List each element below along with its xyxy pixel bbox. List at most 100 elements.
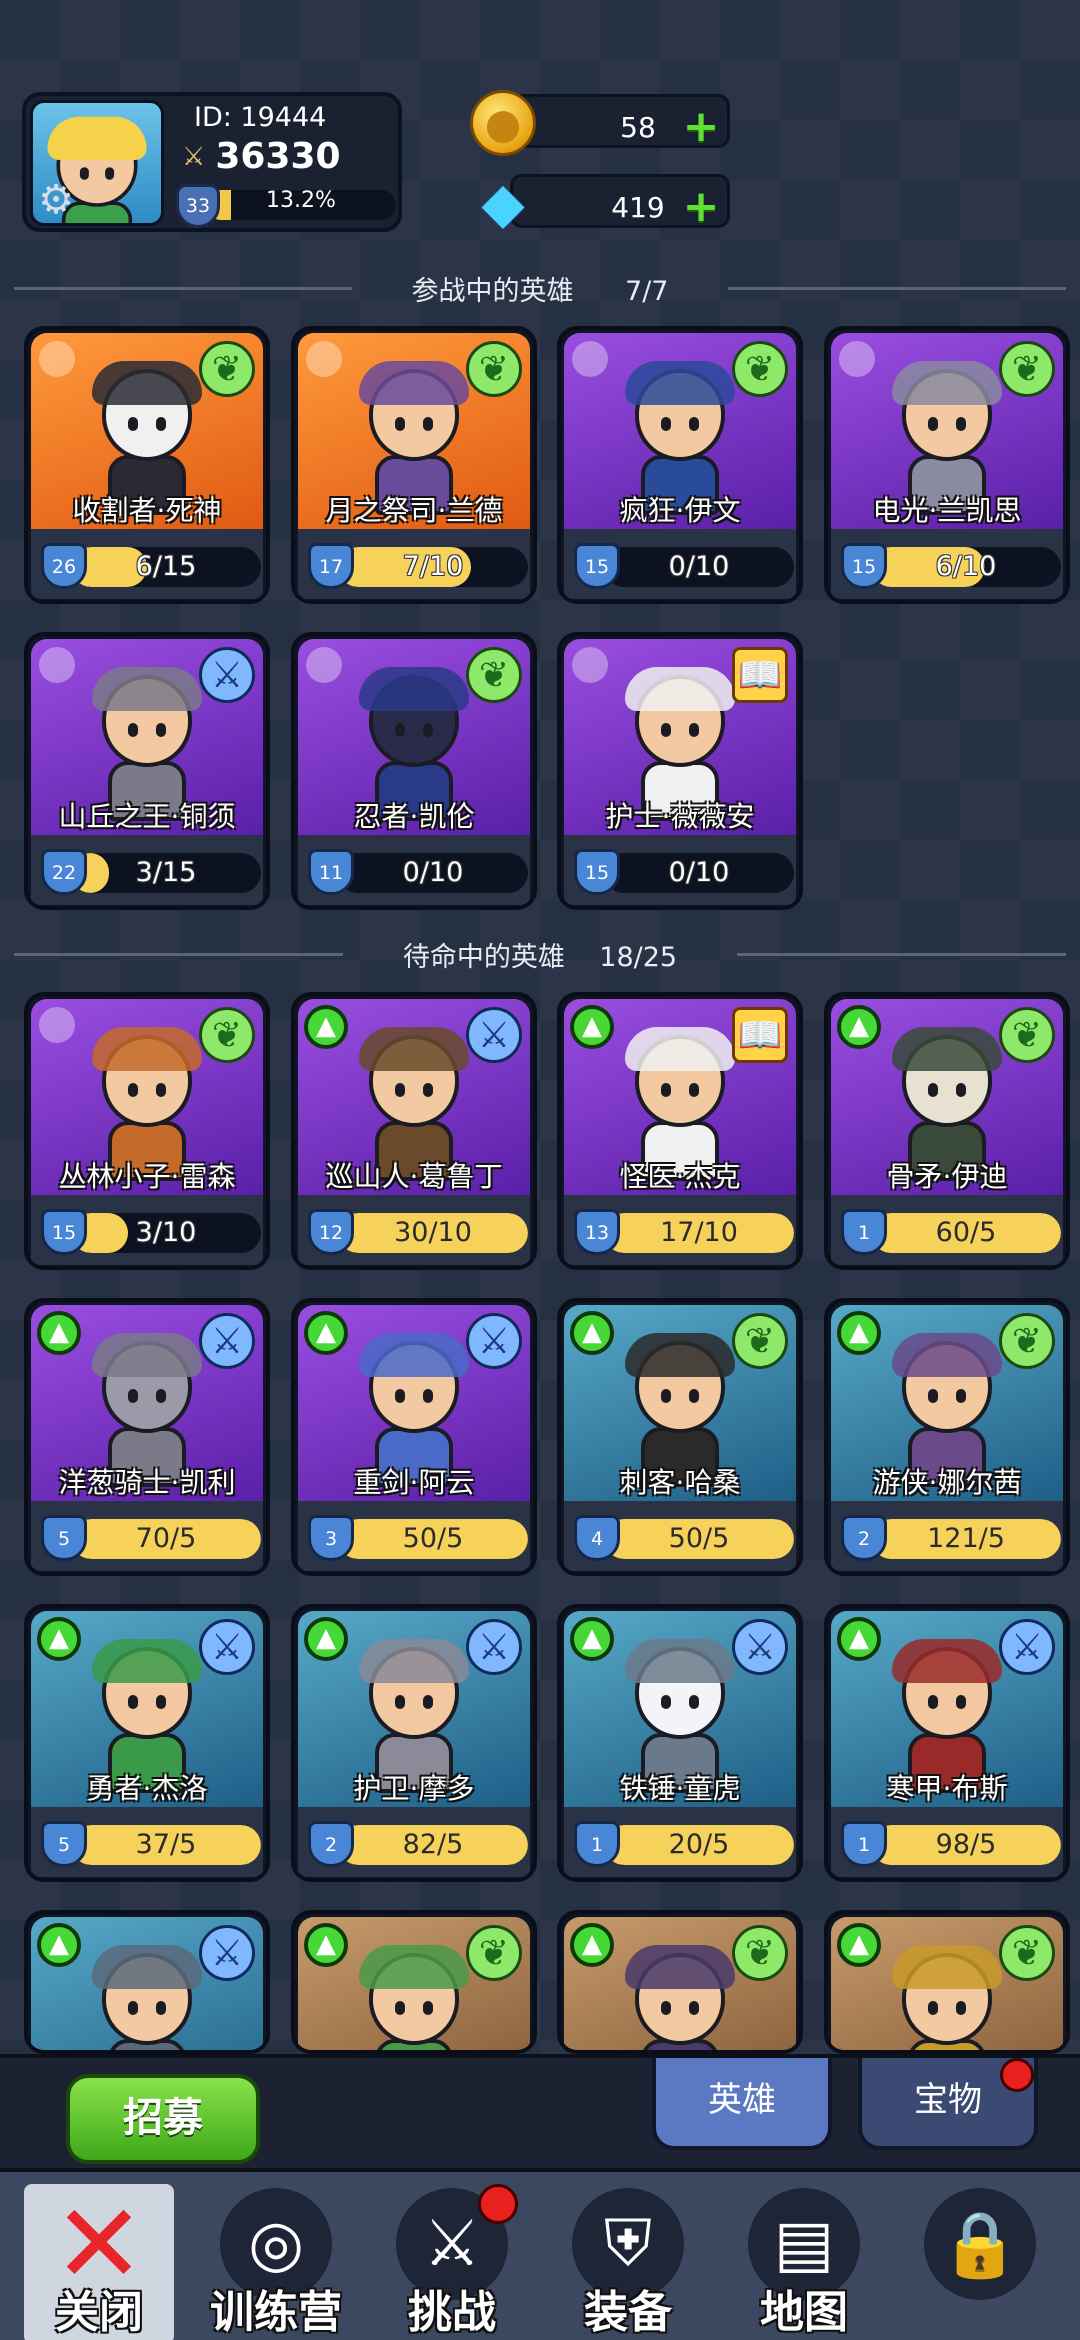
hero-name: 游侠·娜尔茜 xyxy=(872,1466,1022,1499)
hero-character xyxy=(92,667,202,821)
hero-portrait: ▲ ⚔ 勇者·杰洛 xyxy=(31,1611,263,1807)
wing-icon: ❦ xyxy=(466,1925,522,1981)
divider xyxy=(737,952,1067,956)
shard-progress: 98/5 xyxy=(871,1825,1061,1865)
gold-bar: 58 + xyxy=(510,94,730,149)
book-icon: 📖 xyxy=(732,1007,788,1063)
hero-card[interactable]: ▲ ⚔ xyxy=(24,1910,270,2054)
hero-level: 1 xyxy=(574,1821,620,1867)
gear-icon[interactable]: ⚙ xyxy=(33,177,79,223)
hero-level: 22 xyxy=(41,849,87,895)
shard-progress: 0/10 xyxy=(338,853,528,893)
hero-card[interactable]: ▲ ❦ xyxy=(824,1910,1070,2054)
hero-character xyxy=(625,361,735,515)
gold-counter: 58 + ● xyxy=(470,90,734,156)
hero-card[interactable]: ▲ ❦ 骨矛·伊迪 1 60/5 xyxy=(824,992,1070,1270)
hero-card[interactable]: ▲ ⚔ 护卫·摩多 2 82/5 xyxy=(291,1604,537,1882)
hero-card[interactable]: ❦ 电光·兰凯思 15 6/10 xyxy=(824,326,1070,604)
hero-name: 丛林小子·雷森 xyxy=(58,1160,236,1193)
shard-progress: 82/5 xyxy=(338,1825,528,1865)
recruit-button[interactable]: 招募 xyxy=(66,2074,260,2164)
hero-card[interactable]: ▲ ⚔ 洋葱骑士·凯利 5 70/5 xyxy=(24,1298,270,1576)
divider xyxy=(14,952,343,956)
nav-label: 装备 xyxy=(584,2287,672,2338)
hero-character xyxy=(359,1945,469,2050)
nav-close[interactable]: ✕ 关闭 xyxy=(24,2180,174,2340)
hero-character xyxy=(892,1945,1002,2050)
hero-portrait: ▲ ⚔ 巡山人·葛鲁丁 xyxy=(298,999,530,1195)
gloss xyxy=(306,341,342,377)
hero-card[interactable]: ▲ ⚔ 铁锤·童虎 1 20/5 xyxy=(557,1604,803,1882)
gloss xyxy=(839,341,875,377)
hero-portrait: ❦ 电光·兰凯思 xyxy=(831,333,1063,529)
tab-treasure[interactable]: 宝物 xyxy=(858,2058,1038,2150)
hero-level: 12 xyxy=(308,1209,354,1255)
add-gem-button[interactable]: + xyxy=(681,185,721,229)
hero-portrait: 📖 护士·薇薇安 xyxy=(564,639,796,835)
hero-card[interactable]: ▲ ❦ xyxy=(557,1910,803,2054)
wing-icon: ❦ xyxy=(999,341,1055,397)
hero-card[interactable]: ▲ ⚔ 寒甲·布斯 1 98/5 xyxy=(824,1604,1070,1882)
upgrade-arrow-icon: ▲ xyxy=(570,1923,614,1967)
hero-footer: 4 50/5 xyxy=(564,1501,796,1571)
hero-card[interactable]: ❦ 月之祭司·兰德 17 7/10 xyxy=(291,326,537,604)
upgrade-arrow-icon: ▲ xyxy=(304,1005,348,1049)
shard-progress-text: 20/5 xyxy=(668,1829,730,1860)
hero-card[interactable]: 📖 护士·薇薇安 15 0/10 xyxy=(557,632,803,910)
hero-card[interactable]: ▲ ⚔ 勇者·杰洛 5 37/5 xyxy=(24,1604,270,1882)
shard-progress: 0/10 xyxy=(604,547,794,587)
hero-card[interactable]: ▲ 📖 怪医·杰克 13 17/10 xyxy=(557,992,803,1270)
wing-icon: ❦ xyxy=(999,1313,1055,1369)
hero-portrait: ▲ ❦ xyxy=(564,1917,796,2050)
nav-locked[interactable]: 🔒 xyxy=(904,2184,1056,2340)
hero-portrait: ▲ ❦ xyxy=(298,1917,530,2050)
sword-icon: ⚔ xyxy=(732,1619,788,1675)
hero-card[interactable]: ▲ ⚔ 重剑·阿云 3 50/5 xyxy=(291,1298,537,1576)
hero-portrait: ▲ ❦ 骨矛·伊迪 xyxy=(831,999,1063,1195)
shard-progress-text: 6/15 xyxy=(135,551,197,582)
hero-footer: 11 0/10 xyxy=(298,835,530,905)
hero-card[interactable]: ❦ 疯狂·伊文 15 0/10 xyxy=(557,326,803,604)
hero-level: 15 xyxy=(841,543,887,589)
nav-equipment[interactable]: ⛨ 装备 xyxy=(552,2184,704,2340)
player-profile[interactable]: ⚙ ID: 19444 ⚔ 36330 33 13.2% xyxy=(22,92,402,232)
add-gold-button[interactable]: + xyxy=(681,105,721,149)
upgrade-arrow-icon: ▲ xyxy=(304,1617,348,1661)
nav-map[interactable]: ▤ 地图 xyxy=(728,2184,880,2340)
hero-card[interactable]: ▲ ❦ 游侠·娜尔茜 2 121/5 xyxy=(824,1298,1070,1576)
hero-card[interactable]: ▲ ❦ 刺客·哈桑 4 50/5 xyxy=(557,1298,803,1576)
hero-level: 26 xyxy=(41,543,87,589)
hero-card[interactable]: ❦ 收割者·死神 26 6/15 xyxy=(24,326,270,604)
hero-card[interactable]: ▲ ❦ xyxy=(291,1910,537,2054)
gem-counter: 419 + ◆ xyxy=(470,170,734,236)
hero-card[interactable]: ❦ 丛林小子·雷森 15 3/10 xyxy=(24,992,270,1270)
hero-card[interactable]: ▲ ⚔ 巡山人·葛鲁丁 12 30/10 xyxy=(291,992,537,1270)
hero-footer: 26 6/15 xyxy=(31,529,263,599)
hero-card[interactable]: ⚔ 山丘之王·铜须 22 3/15 xyxy=(24,632,270,910)
nav-label: 训练营 xyxy=(210,2287,342,2338)
upgrade-arrow-icon: ▲ xyxy=(837,1923,881,1967)
tab-heroes[interactable]: 英雄 xyxy=(652,2058,832,2150)
hero-level: 17 xyxy=(308,543,354,589)
book-icon: 📖 xyxy=(732,647,788,703)
hero-name: 山丘之王·铜须 xyxy=(58,800,236,833)
exp-text: 13.2% xyxy=(266,188,336,213)
nav-training-camp[interactable]: ◎ 训练营 xyxy=(200,2184,352,2340)
shard-progress: 3/10 xyxy=(71,1213,261,1253)
upgrade-arrow-icon: ▲ xyxy=(837,1005,881,1049)
shard-progress-text: 3/10 xyxy=(135,1217,197,1248)
hero-name: 铁锤·童虎 xyxy=(619,1772,741,1805)
nav-challenge[interactable]: ⚔ 挑战 xyxy=(376,2184,528,2340)
power-value: 36330 xyxy=(215,136,341,177)
wing-icon: ❦ xyxy=(199,341,255,397)
shard-progress: 70/5 xyxy=(71,1519,261,1559)
player-avatar[interactable]: ⚙ xyxy=(30,100,164,226)
hero-card[interactable]: ❦ 忍者·凯伦 11 0/10 xyxy=(291,632,537,910)
shard-progress-text: 60/5 xyxy=(935,1217,997,1248)
coin-icon: ● xyxy=(470,90,536,156)
hero-level: 5 xyxy=(41,1515,87,1561)
hero-portrait: ▲ ⚔ 铁锤·童虎 xyxy=(564,1611,796,1807)
hero-character xyxy=(359,1333,469,1487)
shard-progress: 7/10 xyxy=(338,547,528,587)
shard-progress: 60/5 xyxy=(871,1213,1061,1253)
